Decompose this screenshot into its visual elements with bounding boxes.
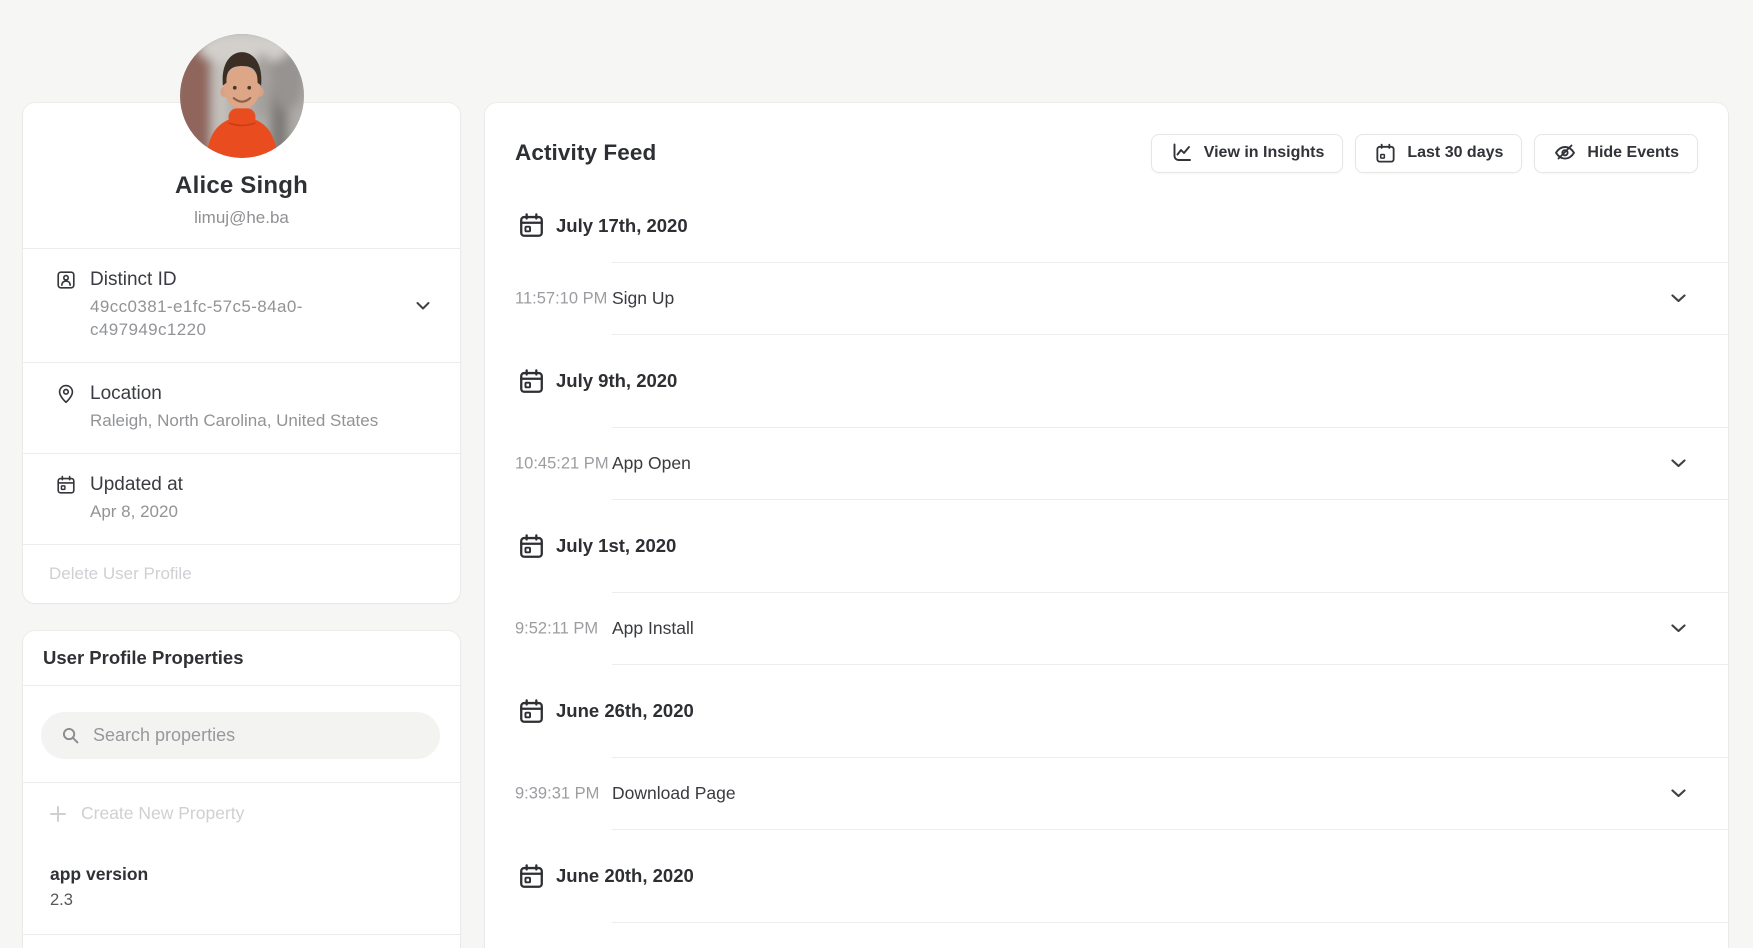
- calendar-icon: [517, 532, 546, 561]
- event-time: 9:39:31 PM: [515, 784, 599, 803]
- calendar-icon: [517, 862, 546, 891]
- feed-group: July 17th, 2020 11:57:10 PM Sign Up: [485, 189, 1728, 335]
- button-label: View in Insights: [1204, 144, 1325, 162]
- plus-icon: [49, 805, 67, 823]
- distinct-id-value: 49cc0381-e1fc-57c5-84a0-c497949c1220: [90, 295, 328, 341]
- feed-group: July 1st, 2020 9:52:11 PM App Install: [485, 500, 1728, 665]
- calendar-icon: [1374, 142, 1397, 165]
- chevron-down-icon[interactable]: [1671, 459, 1686, 468]
- activity-feed-list: July 17th, 2020 11:57:10 PM Sign Up: [485, 189, 1728, 948]
- field-row-location: Location Raleigh, North Carolina, United…: [23, 362, 460, 453]
- field-label: Location: [90, 383, 162, 405]
- event-row[interactable]: 10:45:21 PM App Open: [612, 427, 1728, 500]
- feed-date-header: June 20th, 2020: [485, 830, 1728, 922]
- feed-date-header: July 17th, 2020: [485, 189, 1728, 262]
- location-pin-icon: [55, 383, 77, 405]
- event-time: 11:57:10 PM: [515, 289, 607, 308]
- feed-date-label: July 17th, 2020: [556, 215, 688, 237]
- line-chart-icon: [1170, 141, 1194, 165]
- chevron-down-icon[interactable]: [1671, 624, 1686, 633]
- event-name: App Open: [612, 453, 691, 474]
- feed-date-label: June 20th, 2020: [556, 865, 694, 887]
- search-icon: [60, 725, 81, 746]
- chevron-down-icon[interactable]: [1671, 789, 1686, 798]
- search-box[interactable]: [41, 712, 440, 759]
- calendar-icon: [517, 211, 546, 240]
- view-in-insights-button[interactable]: View in Insights: [1151, 134, 1344, 173]
- avatar: [180, 34, 304, 158]
- calendar-icon: [55, 474, 77, 496]
- location-value: Raleigh, North Carolina, United States: [90, 409, 430, 432]
- delete-user-profile-button[interactable]: Delete User Profile: [23, 544, 460, 603]
- profile-card: Alice Singh limuj@he.ba Distinct ID 49cc…: [23, 103, 460, 603]
- user-profile-properties-card: User Profile Properties: [23, 631, 460, 948]
- user-profile-page: Alice Singh limuj@he.ba Distinct ID 49cc…: [0, 0, 1753, 948]
- hide-events-button[interactable]: Hide Events: [1534, 134, 1698, 173]
- profile-sidebar: Alice Singh limuj@he.ba Distinct ID 49cc…: [23, 103, 460, 948]
- activity-feed-card: Activity Feed View in Insights: [485, 103, 1728, 948]
- profile-email: limuj@he.ba: [23, 208, 460, 248]
- feed-date-label: July 1st, 2020: [556, 535, 676, 557]
- properties-search-section: [23, 686, 460, 783]
- feed-group: July 9th, 2020 10:45:21 PM App Open: [485, 335, 1728, 500]
- field-row-updated-at: Updated at Apr 8, 2020: [23, 453, 460, 544]
- property-name: app version: [50, 864, 440, 885]
- feed-date-label: July 9th, 2020: [556, 370, 677, 392]
- feed-date-header: July 9th, 2020: [485, 335, 1728, 427]
- event-row[interactable]: 11:57:10 PM Sign Up: [612, 262, 1728, 335]
- property-item[interactable]: app version 2.3: [23, 844, 460, 935]
- event-time: 9:52:11 PM: [515, 619, 598, 638]
- feed-date-header: June 26th, 2020: [485, 665, 1728, 757]
- activity-feed-header: Activity Feed View in Insights: [515, 117, 1698, 189]
- updated-at-value: Apr 8, 2020: [90, 500, 430, 523]
- id-badge-icon: [55, 269, 77, 291]
- avatar-photo: [180, 34, 304, 158]
- feed-date-label: June 26th, 2020: [556, 700, 694, 722]
- event-name: Sign Up: [612, 288, 674, 309]
- button-label: Hide Events: [1587, 144, 1679, 162]
- search-properties-input[interactable]: [93, 725, 424, 746]
- feed-date-header: July 1st, 2020: [485, 500, 1728, 592]
- feed-group: June 20th, 2020: [485, 830, 1728, 948]
- create-new-property-button[interactable]: Create New Property: [23, 783, 460, 844]
- field-label: Distinct ID: [90, 269, 177, 291]
- event-name: App Install: [612, 618, 694, 639]
- property-value: 2.3: [50, 891, 440, 910]
- event-time: 10:45:21 PM: [515, 454, 609, 473]
- date-range-button[interactable]: Last 30 days: [1355, 134, 1522, 173]
- create-new-property-label: Create New Property: [81, 803, 244, 824]
- chevron-down-icon[interactable]: [416, 301, 430, 310]
- feed-group: June 26th, 2020 9:39:31 PM Download Page: [485, 665, 1728, 830]
- eye-off-icon: [1553, 141, 1577, 165]
- profile-name: Alice Singh: [23, 172, 460, 200]
- activity-feed-title: Activity Feed: [515, 140, 656, 166]
- field-row-distinct-id: Distinct ID 49cc0381-e1fc-57c5-84a0-c497…: [23, 248, 460, 362]
- calendar-icon: [517, 697, 546, 726]
- button-label: Last 30 days: [1407, 144, 1503, 162]
- properties-title: User Profile Properties: [23, 631, 460, 686]
- event-name: Download Page: [612, 783, 736, 804]
- event-row[interactable]: 9:39:31 PM Download Page: [612, 757, 1728, 830]
- activity-feed-actions: View in Insights Last 30 days: [1151, 134, 1698, 173]
- event-row[interactable]: [612, 922, 1728, 948]
- chevron-down-icon[interactable]: [1671, 294, 1686, 303]
- calendar-icon: [517, 367, 546, 396]
- field-label: Updated at: [90, 474, 183, 496]
- event-row[interactable]: 9:52:11 PM App Install: [612, 592, 1728, 665]
